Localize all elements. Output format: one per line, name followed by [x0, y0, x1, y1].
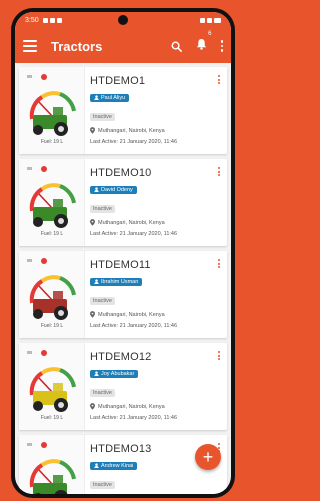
- card-menu-icon[interactable]: [218, 351, 220, 360]
- tractor-thumbnail: Fuel: 19 L: [19, 67, 85, 154]
- tractor-thumbnail: Fuel: 19 L: [19, 435, 85, 494]
- person-icon: [94, 95, 99, 100]
- tractor-name: HTDEMO10: [90, 167, 152, 179]
- status-bar: 3:50: [15, 12, 231, 29]
- menu-icon[interactable]: [23, 40, 37, 52]
- fuel-level: Fuel: 19 L: [40, 231, 64, 237]
- operator-badge[interactable]: Ibrahim Usman: [90, 277, 143, 286]
- tractor-card[interactable]: Fuel: 19 L HTDEMO10 David Odeny Inactive…: [19, 159, 227, 246]
- operator-name: Andrew Kinai: [101, 462, 134, 469]
- tractor-name: HTDEMO1: [90, 75, 146, 87]
- operator-badge[interactable]: Paul Aliyu: [90, 93, 130, 102]
- gallery-notification-icon: [42, 18, 48, 23]
- operator-name: Joy Abubakar: [101, 370, 135, 377]
- status-badge: Inactive: [90, 113, 115, 121]
- person-icon: [94, 463, 99, 468]
- location-text: Muthangari, Nairobi, Kenya: [98, 403, 165, 410]
- notification-count: 6: [208, 31, 212, 37]
- overflow-menu-icon[interactable]: [220, 40, 223, 52]
- location-text: Muthangari, Nairobi, Kenya: [98, 219, 165, 226]
- battery-icon: [214, 18, 221, 23]
- fuel-level: Fuel: 19 L: [40, 415, 64, 421]
- status-badge: Inactive: [90, 389, 115, 397]
- front-camera: [118, 15, 128, 25]
- system-icons: [200, 18, 221, 23]
- operator-name: David Odeny: [101, 186, 133, 193]
- location: Muthangari, Nairobi, Kenya: [90, 127, 227, 134]
- tractor-thumbnail: Fuel: 19 L: [19, 343, 85, 430]
- location-pin-icon: [90, 219, 95, 226]
- app-screen: 3:50 Tractors 6 Fuel: 19 L HTDEMO1 Paul …: [15, 12, 231, 494]
- fuel-gauge-icon: [27, 442, 76, 494]
- phone-frame: 3:50 Tractors 6 Fuel: 19 L HTDEMO1 Paul …: [11, 8, 235, 498]
- location: Muthangari, Nairobi, Kenya: [90, 403, 227, 410]
- location: Muthangari, Nairobi, Kenya: [90, 219, 227, 226]
- card-menu-icon[interactable]: [218, 167, 220, 176]
- status-badge: Inactive: [90, 481, 115, 489]
- last-active: Last Active: 21 January 2020, 11:46: [90, 231, 178, 237]
- notification-icons: [42, 18, 62, 23]
- location-pin-icon: [90, 403, 95, 410]
- last-active: Last Active: 21 January 2020, 11:46: [90, 323, 178, 329]
- location-text: Muthangari, Nairobi, Kenya: [98, 127, 165, 134]
- tractor-name: HTDEMO11: [90, 259, 151, 271]
- location-text: Muthangari, Nairobi, Kenya: [98, 311, 165, 318]
- operator-badge[interactable]: Andrew Kinai: [90, 461, 138, 470]
- last-active: Last Active: 21 January 2020, 11:46: [90, 415, 178, 421]
- last-active: Last Active: 21 January 2020, 11:46: [90, 139, 178, 145]
- fuel-level: Fuel: 19 L: [40, 323, 64, 329]
- person-icon: [94, 279, 99, 284]
- operator-name: Paul Aliyu: [101, 94, 126, 101]
- notifications-button[interactable]: 6: [196, 31, 212, 55]
- alert-notification-icon: [56, 18, 62, 23]
- tractor-card[interactable]: Fuel: 19 L HTDEMO1 Paul Aliyu Inactive M…: [19, 67, 227, 154]
- person-icon: [94, 371, 99, 376]
- location: Muthangari, Nairobi, Kenya: [90, 311, 227, 318]
- person-icon: [94, 187, 99, 192]
- card-menu-icon[interactable]: [218, 259, 220, 268]
- status-badge: Inactive: [90, 297, 115, 305]
- status-time: 3:50: [25, 17, 39, 24]
- operator-badge[interactable]: David Odeny: [90, 185, 137, 194]
- location-pin-icon: [90, 127, 95, 134]
- wifi-icon: [200, 18, 205, 23]
- tractor-thumbnail: Fuel: 19 L: [19, 251, 85, 338]
- operator-badge[interactable]: Joy Abubakar: [90, 369, 139, 378]
- tractor-list: Fuel: 19 L HTDEMO1 Paul Aliyu Inactive M…: [15, 63, 231, 494]
- fuel-level: Fuel: 19 L: [40, 139, 64, 145]
- card-menu-icon[interactable]: [218, 75, 220, 84]
- add-tractor-button[interactable]: +: [195, 444, 221, 470]
- status-badge: Inactive: [90, 205, 115, 213]
- operator-name: Ibrahim Usman: [101, 278, 139, 285]
- tractor-card[interactable]: Fuel: 19 L HTDEMO13 Andrew Kinai Inactiv…: [19, 435, 227, 494]
- search-icon[interactable]: [171, 41, 182, 52]
- signal-icon: [207, 18, 212, 23]
- tractor-card[interactable]: Fuel: 19 L HTDEMO12 Joy Abubakar Inactiv…: [19, 343, 227, 430]
- location-pin-icon: [90, 311, 95, 318]
- bell-icon: [196, 38, 206, 50]
- message-notification-icon: [49, 18, 55, 23]
- page-title: Tractors: [51, 38, 103, 54]
- tractor-name: HTDEMO12: [90, 351, 152, 363]
- tractor-thumbnail: Fuel: 19 L: [19, 159, 85, 246]
- app-bar: Tractors 6: [15, 29, 231, 63]
- tractor-card[interactable]: Fuel: 19 L HTDEMO11 Ibrahim Usman Inacti…: [19, 251, 227, 338]
